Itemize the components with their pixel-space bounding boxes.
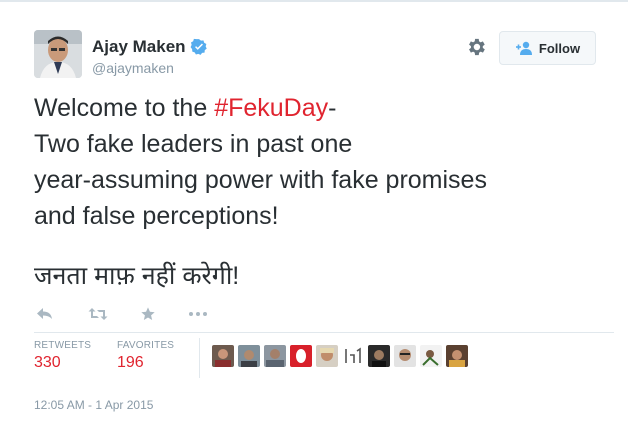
stats-divider-top (34, 332, 614, 333)
add-user-icon (515, 41, 532, 55)
retweets-count: 330 (34, 354, 61, 371)
user-avatar[interactable] (34, 30, 82, 78)
follow-button-label: Follow (538, 40, 581, 56)
favorites-label: FAVORITES (117, 340, 175, 351)
verified-badge-icon (190, 38, 207, 55)
favoriter-avatar[interactable] (420, 345, 442, 367)
favoriter-avatar[interactable] (290, 345, 312, 367)
tweet-line-4: and false perceptions! (34, 202, 279, 230)
tweet-line-1: Welcome to the #FekuDay- (34, 90, 614, 126)
favoriter-avatar[interactable] (212, 345, 234, 367)
favoriter-avatar[interactable] (368, 345, 390, 367)
favoriter-avatar[interactable] (446, 345, 468, 367)
retweet-button[interactable] (88, 304, 108, 324)
retweet-icon (88, 308, 108, 320)
more-icon (189, 312, 207, 316)
tweet-line-1-suffix: - (328, 94, 337, 122)
favorites-count: 196 (117, 354, 144, 371)
tweet-actions (34, 304, 208, 324)
tweet-timestamp[interactable]: 12:05 AM - 1 Apr 2015 (34, 398, 153, 412)
favoriter-avatar[interactable] (394, 345, 416, 367)
follow-button[interactable]: Follow (499, 31, 596, 65)
favoriter-avatar[interactable] (342, 345, 364, 367)
avatar-image (34, 30, 82, 78)
favorite-button[interactable] (140, 304, 156, 324)
star-icon (141, 307, 155, 320)
tweet-line-1-prefix: Welcome to the (34, 94, 215, 122)
retweets-stat[interactable]: RETWEETS 330 (34, 340, 91, 372)
tweet-hindi-line: जनता माफ़ नहीं करेगी! (34, 262, 240, 290)
more-button[interactable] (188, 304, 208, 324)
stats-vertical-divider (199, 338, 200, 378)
top-border (0, 0, 628, 2)
favoriter-avatar[interactable] (238, 345, 260, 367)
tweet-line-2: Two fake leaders in past one (34, 130, 353, 158)
hashtag-link[interactable]: #FekuDay (214, 94, 328, 122)
favoriters-avatars (212, 345, 472, 367)
user-name-row: Ajay Maken (92, 37, 208, 57)
retweets-label: RETWEETS (34, 340, 92, 351)
user-fullname[interactable]: Ajay Maken (92, 37, 186, 57)
gear-icon[interactable] (465, 36, 487, 58)
favoriter-avatar[interactable] (264, 345, 286, 367)
tweet-text: Welcome to the #FekuDay- Two fake leader… (34, 90, 614, 234)
user-handle[interactable]: @ajaymaken (92, 60, 174, 76)
tweet-line-3: year-assuming power with fake promises (34, 166, 487, 194)
reply-icon (37, 308, 52, 319)
reply-button[interactable] (36, 304, 54, 324)
favorites-stat[interactable]: FAVORITES 196 (117, 340, 174, 372)
favoriter-avatar[interactable] (316, 345, 338, 367)
